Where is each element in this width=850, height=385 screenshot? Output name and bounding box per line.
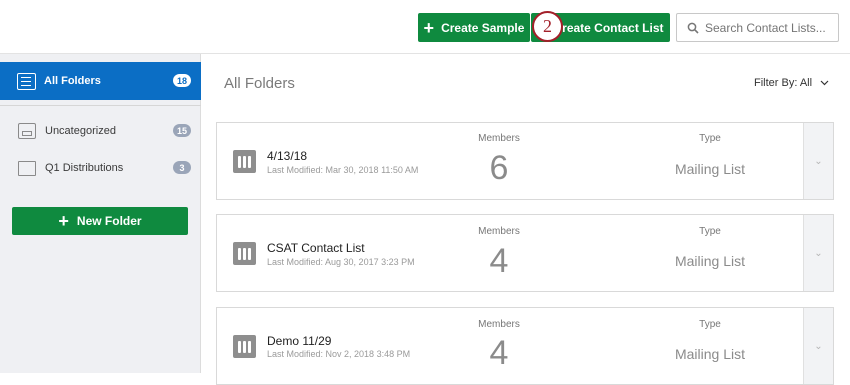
- list-folder-icon: [17, 72, 36, 90]
- sidebar-item-uncategorized[interactable]: Uncategorized 15: [0, 118, 201, 144]
- expand-chevron-icon[interactable]: ⌄: [803, 123, 833, 199]
- mailing-list-icon: [233, 335, 256, 358]
- search-box[interactable]: [676, 13, 839, 42]
- members-label: Members: [478, 133, 520, 144]
- plus-icon: +: [423, 17, 435, 38]
- members-label: Members: [478, 226, 520, 237]
- create-sample-button[interactable]: + Create Sample: [418, 13, 530, 42]
- members-label: Members: [478, 319, 520, 330]
- members-count: 4: [489, 242, 509, 280]
- sidebar-item-all-folders[interactable]: All Folders 18: [0, 62, 201, 100]
- count-badge: 3: [173, 161, 191, 174]
- create-sample-label: Create Sample: [441, 20, 525, 35]
- filter-label: Filter By: All: [754, 77, 813, 89]
- contact-list-card[interactable]: Demo 11/29 Last Modified: Nov 2, 2018 3:…: [216, 307, 834, 385]
- create-contact-list-label: Create Contact List: [553, 20, 664, 35]
- filter-dropdown[interactable]: Filter By: All: [754, 77, 829, 89]
- last-modified: Last Modified: Nov 2, 2018 3:48 PM: [267, 349, 411, 359]
- type-label: Type: [699, 319, 721, 330]
- mailing-list-icon: [233, 150, 256, 173]
- mailing-list-icon: [233, 242, 256, 265]
- members-count: 4: [489, 334, 509, 372]
- last-modified: Last Modified: Aug 30, 2017 3:23 PM: [267, 257, 415, 267]
- count-badge: 18: [172, 74, 191, 87]
- step-marker: 2: [532, 11, 563, 42]
- list-type: Mailing List: [674, 161, 746, 177]
- search-input[interactable]: [705, 20, 835, 35]
- sidebar-item-label: Uncategorized: [45, 125, 116, 137]
- list-type: Mailing List: [674, 253, 746, 269]
- chevron-down-icon: [820, 80, 829, 86]
- members-count: 6: [489, 149, 509, 187]
- sidebar-item-label: Q1 Distributions: [45, 162, 124, 174]
- expand-chevron-icon[interactable]: ⌄: [803, 215, 833, 291]
- folder-icon: [18, 160, 36, 176]
- list-type: Mailing List: [674, 346, 746, 362]
- type-label: Type: [699, 226, 721, 237]
- divider: [0, 105, 201, 106]
- page-title: All Folders: [224, 75, 295, 92]
- last-modified: Last Modified: Mar 30, 2018 11:50 AM: [267, 165, 419, 175]
- plus-icon: +: [58, 211, 69, 231]
- contact-list-card[interactable]: CSAT Contact List Last Modified: Aug 30,…: [216, 214, 834, 292]
- contact-list-card[interactable]: 4/13/18 Last Modified: Mar 30, 2018 11:5…: [216, 122, 834, 200]
- list-name: 4/13/18: [267, 149, 308, 163]
- top-toolbar: + Create Sample Create Contact List 2: [0, 0, 850, 54]
- sidebar-item-label: All Folders: [44, 75, 101, 87]
- drive-icon: [18, 123, 36, 139]
- new-folder-label: New Folder: [76, 214, 142, 228]
- search-icon: [687, 22, 699, 34]
- new-folder-button[interactable]: + New Folder: [12, 207, 188, 235]
- sidebar: All Folders 18 Uncategorized 15 Q1 Distr…: [0, 54, 201, 373]
- sidebar-item-q1-distributions[interactable]: Q1 Distributions 3: [0, 155, 201, 181]
- list-name: CSAT Contact List: [267, 241, 365, 255]
- type-label: Type: [699, 133, 721, 144]
- count-badge: 15: [172, 124, 191, 137]
- list-name: Demo 11/29: [267, 334, 332, 348]
